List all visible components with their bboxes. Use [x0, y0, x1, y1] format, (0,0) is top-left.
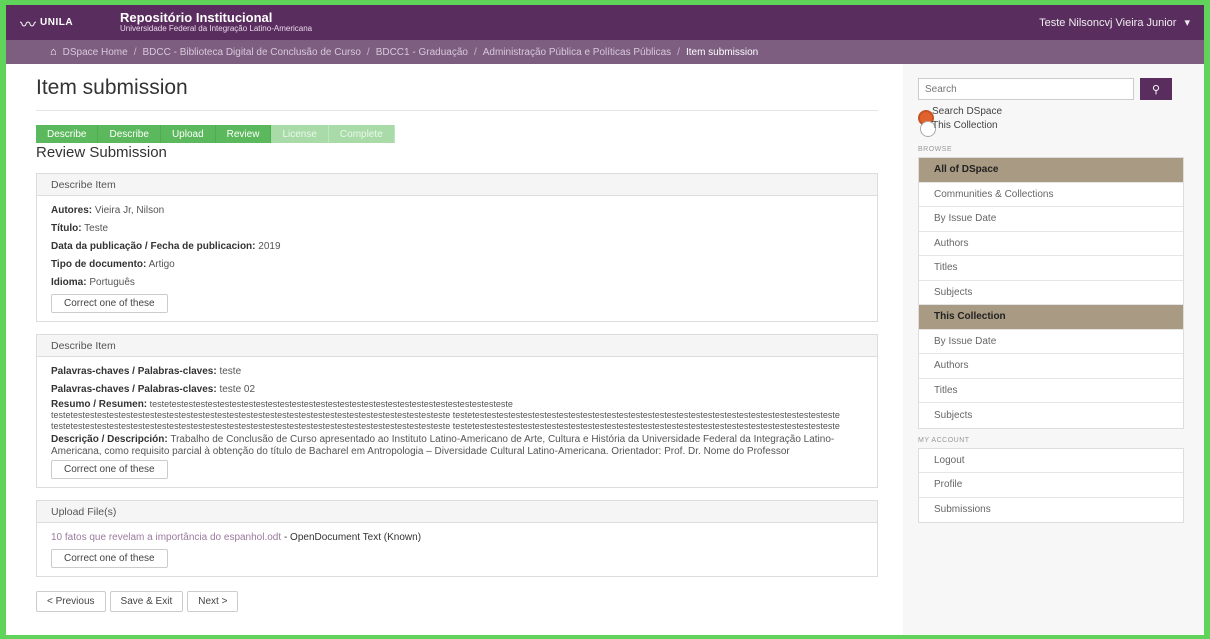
breadcrumb: ⌂ DSpace Home / BDCC - Biblioteca Digita…	[6, 40, 1204, 64]
file-row: 10 fatos que revelam a importância do es…	[51, 529, 863, 547]
main-content: Item submission Describe Describe Upload…	[6, 64, 903, 635]
field-row: Autores: Vieira Jr, Nilson	[51, 205, 165, 216]
bird-logo-icon: 〰	[20, 16, 37, 34]
logo[interactable]: 〰 UNILA	[20, 11, 120, 35]
profile-link[interactable]: Profile	[919, 473, 1183, 498]
caret-down-icon: ▾	[1184, 17, 1190, 29]
search-form: ⚲	[918, 78, 1184, 100]
search-icon: ⚲	[1151, 83, 1161, 96]
browse-all-heading: All of DSpace	[919, 158, 1183, 183]
search-scope: Search DSpace This Collection	[918, 106, 1184, 138]
brand[interactable]: Repositório Institucional Universidade F…	[120, 11, 312, 33]
breadcrumb-item[interactable]: BDCC1 - Graduação	[376, 47, 468, 58]
field-row: Data da publicação / Fecha de publicacio…	[51, 241, 281, 252]
field-row: Palavras-chaves / Palabras-claves: teste…	[51, 384, 256, 395]
search-input[interactable]	[918, 78, 1134, 100]
account-list: Logout Profile Submissions	[918, 447, 1184, 523]
field-row: Título: Teste	[51, 223, 109, 234]
submission-nav: < Previous Save & Exit Next >	[36, 589, 878, 612]
panel-header: Describe Item	[37, 335, 877, 357]
browse-communities[interactable]: Communities & Collections	[919, 183, 1183, 207]
browse-titles[interactable]: Titles	[919, 256, 1183, 281]
upload-panel: Upload File(s) 10 fatos que revelam a im…	[36, 500, 878, 577]
section-title: Review Submission	[36, 144, 167, 161]
correct-button[interactable]: Correct one of these	[51, 549, 168, 568]
browse-by-date[interactable]: By Issue Date	[919, 207, 1183, 232]
scope-collection-label: This Collection	[932, 120, 998, 131]
step-complete: Complete	[328, 125, 395, 143]
previous-button[interactable]: < Previous	[36, 591, 106, 612]
field-row: Palavras-chaves / Palabras-claves: teste	[51, 366, 242, 377]
browse-subjects[interactable]: Subjects	[919, 281, 1183, 305]
panel-header: Upload File(s)	[37, 501, 877, 523]
breadcrumb-current: Item submission	[685, 46, 759, 58]
sidebar: ⚲ Search DSpace This Collection BROWSE A…	[903, 64, 1204, 635]
field-row: Idioma: Português	[51, 277, 135, 288]
browse-list: All of DSpace Communities & Collections …	[918, 157, 1184, 429]
breadcrumb-item[interactable]: Administração Pública e Políticas Públic…	[483, 47, 671, 58]
logout-link[interactable]: Logout	[919, 449, 1183, 473]
user-name: Teste Nilsoncvj Vieira Junior	[1039, 16, 1177, 29]
site-subtitle: Universidade Federal da Integração Latin…	[120, 24, 313, 34]
file-format: - OpenDocument Text (Known)	[283, 532, 422, 543]
scope-dspace-label: Search DSpace	[932, 106, 1003, 117]
top-navbar: 〰 UNILA Repositório Institucional Univer…	[6, 5, 1204, 40]
submissions-link[interactable]: Submissions	[919, 498, 1183, 523]
file-link[interactable]: 10 fatos que revelam a importância do es…	[51, 532, 281, 543]
step-license: License	[271, 125, 329, 143]
correct-button[interactable]: Correct one of these	[51, 294, 168, 313]
panel-header: Describe Item	[37, 174, 877, 196]
browse-collection-heading: This Collection	[919, 305, 1183, 330]
field-row: Tipo de documento: Artigo	[51, 259, 175, 270]
step-describe-1[interactable]: Describe	[36, 125, 99, 143]
browse-authors[interactable]: Authors	[919, 232, 1183, 256]
step-review[interactable]: Review	[215, 125, 272, 143]
logo-text: UNILA	[40, 17, 74, 28]
account-label: MY ACCOUNT	[918, 436, 970, 444]
site-title: Repositório Institucional	[120, 10, 273, 26]
home-icon[interactable]: ⌂	[50, 46, 57, 58]
collection-by-date[interactable]: By Issue Date	[919, 330, 1183, 354]
collection-authors[interactable]: Authors	[919, 354, 1183, 379]
describe-panel-2: Describe Item Palavras-chaves / Palabras…	[36, 334, 878, 488]
page-title: Item submission	[36, 76, 878, 111]
search-button[interactable]: ⚲	[1140, 78, 1172, 100]
step-describe-2[interactable]: Describe	[98, 125, 161, 143]
page-frame: 〰 UNILA Repositório Institucional Univer…	[6, 5, 1204, 635]
describe-panel-1: Describe Item Autores: Vieira Jr, Nilson…	[36, 173, 878, 322]
correct-button[interactable]: Correct one of these	[51, 460, 168, 479]
user-menu[interactable]: Teste Nilsoncvj Vieira Junior ▾	[1039, 16, 1190, 30]
breadcrumb-item[interactable]: BDCC - Biblioteca Digital de Conclusão d…	[142, 47, 360, 58]
description-field: Descrição / Descripción: Trabalho de Con…	[51, 434, 835, 457]
step-upload[interactable]: Upload	[160, 125, 216, 143]
next-button[interactable]: Next >	[187, 591, 239, 612]
progress-steps: Describe Describe Upload Review License …	[36, 125, 520, 143]
browse-label: BROWSE	[918, 146, 953, 153]
resumo-field: Resumo / Resumen: testetestestestesteste…	[51, 399, 840, 431]
collection-subjects[interactable]: Subjects	[919, 403, 1183, 428]
save-exit-button[interactable]: Save & Exit	[109, 591, 184, 612]
collection-titles[interactable]: Titles	[919, 379, 1183, 403]
breadcrumb-item[interactable]: DSpace Home	[63, 47, 128, 58]
